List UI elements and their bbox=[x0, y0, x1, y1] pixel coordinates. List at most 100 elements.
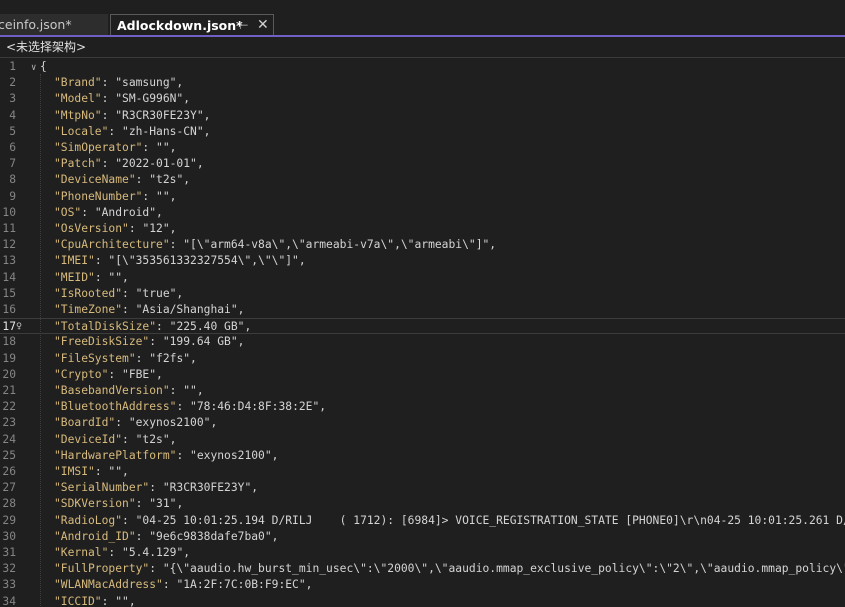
json-value: "9e6c9838dafe7ba0", bbox=[149, 529, 279, 543]
code-line[interactable]: 15 "IsRooted": "true", bbox=[0, 286, 845, 302]
code-line[interactable]: 16 "TimeZone": "Asia/Shanghai", bbox=[0, 302, 845, 318]
json-value: "[\"arm64-v8a\",\"armeabi-v7a\",\"armeab… bbox=[183, 238, 497, 252]
json-key: "BoardId" bbox=[54, 416, 116, 430]
code-line[interactable]: 29 "RadioLog": "04-25 10:01:25.194 D/RILJ… bbox=[0, 513, 845, 529]
json-value: "04-25 10:01:25.194 D/RILJ ( 1712): [698… bbox=[135, 513, 845, 527]
code-text: "BoardId": "exynos2100", bbox=[54, 415, 217, 431]
json-value: "", bbox=[156, 189, 177, 203]
code-line[interactable]: 23 "BoardId": "exynos2100", bbox=[0, 415, 845, 431]
architecture-dropdown[interactable]: <未选择架构> bbox=[0, 37, 845, 58]
tab-ceinfo[interactable]: ceinfo.json* bbox=[0, 14, 108, 35]
code-line[interactable]: 5 "Locale": "zh-Hans-CN", bbox=[0, 124, 845, 140]
code-text: "TotalDiskSize": "225.40 GB", bbox=[54, 319, 251, 335]
colon: : bbox=[169, 238, 184, 252]
code-line[interactable]: 32 "FullProperty": "{\"aaudio.hw_burst_mi… bbox=[0, 561, 845, 577]
json-value: "Asia/Shanghai", bbox=[135, 303, 245, 316]
json-value: "f2fs", bbox=[149, 351, 197, 365]
code-line[interactable]: 8 "DeviceName": "t2s", bbox=[0, 172, 845, 188]
code-line[interactable]: 21 "BasebandVersion": "", bbox=[0, 383, 845, 399]
code-line[interactable]: 9 "PhoneNumber": "", bbox=[0, 189, 845, 205]
json-key: "Android_ID" bbox=[54, 529, 136, 543]
line-number: 34 bbox=[2, 594, 16, 607]
code-line[interactable]: 10 "OS": "Android", bbox=[0, 205, 845, 221]
code-line[interactable]: 28 "SDKVersion": "31", bbox=[0, 496, 845, 512]
code-line[interactable]: 19 "FileSystem": "f2fs", bbox=[0, 351, 845, 367]
code-line[interactable]: 30 "Android_ID": "9e6c9838dafe7ba0", bbox=[0, 529, 845, 545]
code-text: "FileSystem": "f2fs", bbox=[54, 351, 197, 367]
close-icon[interactable]: ✕ bbox=[257, 15, 269, 36]
json-key: "FileSystem" bbox=[54, 351, 136, 365]
colon: : bbox=[135, 173, 150, 187]
code-line[interactable]: 25 "HardwarePlatform": "exynos2100", bbox=[0, 448, 845, 464]
colon: : bbox=[176, 448, 191, 462]
pin-icon[interactable]: ⊢ bbox=[239, 15, 249, 36]
line-number: 22 bbox=[2, 400, 16, 414]
code-line[interactable]: 31 "Kernal": "5.4.129", bbox=[0, 545, 845, 561]
code-text: "Crypto": "FBE", bbox=[54, 367, 163, 383]
code-line[interactable]: 17 ♀ "TotalDiskSize": "225.40 GB", bbox=[0, 318, 845, 335]
code-line[interactable]: 2 "Brand": "samsung", bbox=[0, 75, 845, 91]
code-line[interactable]: 34 "ICCID": "", bbox=[0, 594, 845, 607]
json-value: "2022-01-01", bbox=[115, 157, 204, 171]
line-number: 8 bbox=[9, 173, 16, 187]
json-value: "SM-G996N", bbox=[115, 92, 191, 106]
code-text: "MEID": "", bbox=[54, 270, 129, 286]
code-text: "DeviceName": "t2s", bbox=[54, 172, 190, 188]
json-value: "{\"aaudio.hw_burst_min_usec\":\"2000\",… bbox=[162, 562, 845, 576]
code-line[interactable]: 7 "Patch": "2022-01-01", bbox=[0, 156, 845, 172]
code-line[interactable]: 4 "MtpNo": "R3CR30FE23Y", bbox=[0, 108, 845, 124]
code-line[interactable]: 22 "BluetoothAddress": "78:46:D4:8F:38:2E… bbox=[0, 399, 845, 415]
json-value: "", bbox=[108, 465, 129, 478]
code-editor[interactable]: 1 ∨ {2 "Brand": "samsung", 3 "Model": "SM-G99… bbox=[0, 58, 845, 607]
json-key: "SDKVersion" bbox=[54, 497, 136, 511]
line-number: 18 bbox=[2, 335, 16, 349]
code-text: { bbox=[40, 59, 47, 75]
code-text: "ICCID": "", bbox=[54, 594, 136, 607]
code-text: "Brand": "samsung", bbox=[54, 75, 183, 91]
code-line[interactable]: 26 "IMSI": "", bbox=[0, 464, 845, 480]
colon: : bbox=[142, 189, 157, 203]
json-value: "Android", bbox=[94, 205, 163, 219]
colon: : bbox=[101, 157, 116, 171]
json-value: "FBE", bbox=[122, 367, 163, 381]
fold-chevron-icon[interactable]: ∨ bbox=[31, 60, 36, 76]
code-line[interactable]: 6 "SimOperator": "", bbox=[0, 140, 845, 156]
colon: : bbox=[156, 320, 170, 334]
code-text: "BasebandVersion": "", bbox=[54, 383, 204, 399]
colon: : bbox=[101, 594, 116, 607]
json-value: "225.40 GB", bbox=[169, 320, 252, 334]
code-text: "OsVersion": "12", bbox=[54, 221, 176, 237]
code-line[interactable]: 20 "Crypto": "FBE", bbox=[0, 367, 845, 383]
line-number: 1 bbox=[9, 60, 16, 73]
code-line[interactable]: 12 "CpuArchitecture": "[\"arm64-v8a\",\"a… bbox=[0, 237, 845, 253]
colon: : bbox=[108, 546, 123, 559]
code-line[interactable]: 13 "IMEI": "[\"353561332327554\",\"\"]", bbox=[0, 253, 845, 269]
code-line[interactable]: 3 "Model": "SM-G996N", bbox=[0, 91, 845, 107]
code-line[interactable]: 18 "FreeDiskSize": "199.64 GB", bbox=[0, 334, 845, 350]
colon: : bbox=[149, 481, 163, 495]
code-line[interactable]: 27 "SerialNumber": "R3CR30FE23Y", bbox=[0, 480, 845, 496]
code-line[interactable]: 11 "OsVersion": "12", bbox=[0, 221, 845, 237]
json-key: "TotalDiskSize" bbox=[54, 320, 157, 334]
json-value: "t2s", bbox=[135, 432, 177, 446]
code-line[interactable]: 1 ∨ { bbox=[0, 59, 845, 75]
line-number: 12 bbox=[2, 238, 16, 252]
code-line[interactable]: 33 "WLANMacAddress": "1A:2F:7C:0B:F9:EC", bbox=[0, 577, 845, 593]
code-text: "CpuArchitecture": "[\"arm64-v8a\",\"arm… bbox=[54, 237, 496, 253]
colon: : bbox=[122, 303, 136, 316]
line-number: 17 bbox=[2, 320, 16, 334]
code-text: "BluetoothAddress": "78:46:D4:8F:38:2E", bbox=[54, 399, 326, 415]
code-line[interactable]: 14 "MEID": "", bbox=[0, 270, 845, 286]
colon: : bbox=[101, 108, 116, 122]
colon: : bbox=[115, 416, 129, 430]
code-line[interactable]: 24 "DeviceId": "t2s", bbox=[0, 432, 845, 448]
lightbulb-icon[interactable]: ♀ bbox=[16, 319, 22, 335]
tab-adlockdown[interactable]: Adlockdown.json* ⊢ ✕ bbox=[110, 14, 274, 35]
json-key: "FullProperty" bbox=[54, 562, 150, 576]
json-value: "t2s", bbox=[149, 173, 191, 187]
colon: : bbox=[94, 465, 109, 478]
colon: : bbox=[149, 335, 163, 349]
code-text: "Kernal": "5.4.129", bbox=[54, 545, 190, 561]
json-value: "78:46:D4:8F:38:2E", bbox=[190, 400, 327, 414]
colon: : bbox=[149, 562, 163, 576]
